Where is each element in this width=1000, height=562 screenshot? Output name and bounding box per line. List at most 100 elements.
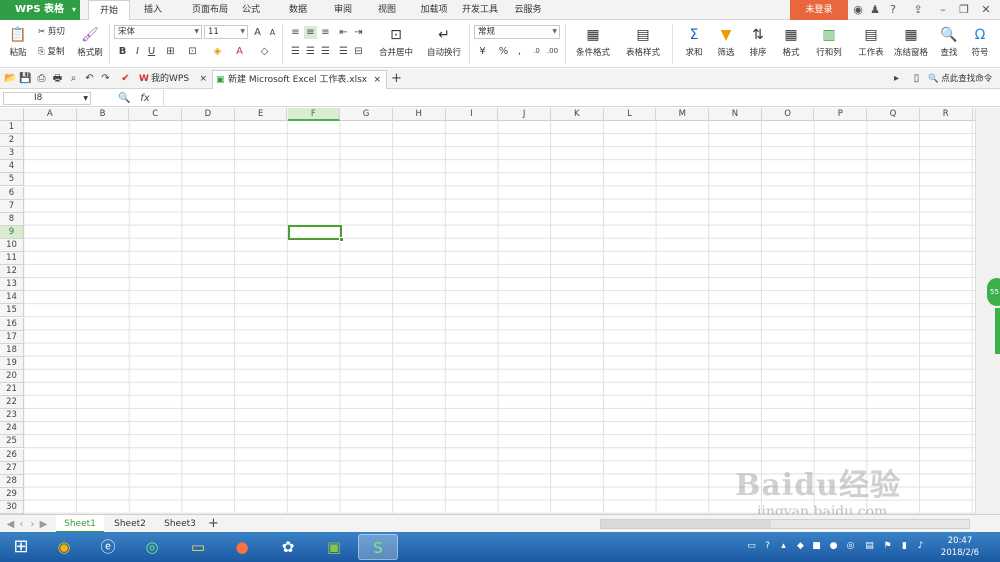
column-header[interactable]: N [709,108,762,121]
row-header[interactable]: 7 [0,199,24,213]
row-header[interactable]: 29 [0,487,24,501]
number-format-select[interactable]: 常规 ▼ [474,25,560,39]
fill-handle[interactable] [339,237,344,242]
network-icon[interactable]: ▮ [899,541,910,552]
row-header[interactable]: 11 [0,252,24,265]
preview-icon[interactable]: ⌕ [67,72,80,85]
close-icon[interactable]: × [199,70,207,89]
help-icon[interactable]: ? [762,541,773,552]
tab-cloud[interactable]: 云服务 [511,0,545,20]
scroll-thumb[interactable] [601,520,771,528]
volume-icon[interactable]: ♪ [915,541,926,552]
row-header[interactable]: 22 [0,396,24,410]
row-header[interactable]: 23 [0,409,24,423]
symbol-button[interactable]: Ω 符号 [966,26,994,58]
fill-color-icon[interactable]: ◈ [211,45,224,58]
open-folder-icon[interactable]: 📂 [4,72,17,85]
row-header[interactable]: 1 [0,121,24,134]
borders-icon[interactable]: ⊞ [164,45,177,58]
wrap-text-button[interactable]: ↵ 自动换行 [422,26,466,58]
column-header[interactable]: J [498,108,551,121]
chrome-icon[interactable]: ● [222,534,262,560]
select-all-corner[interactable] [0,108,24,121]
row-header[interactable]: 10 [0,238,24,252]
start-button[interactable]: ⊞ [4,534,38,560]
tab-formulas[interactable]: 公式 [236,0,266,20]
worksheet-button[interactable]: ▤ 工作表 [852,26,890,58]
cell-area[interactable] [24,121,975,514]
panel-icon[interactable]: ▯ [910,72,923,85]
row-header[interactable]: 14 [0,291,24,305]
side-badge[interactable]: 55 [987,278,1000,306]
align-center-icon[interactable]: ☰ [304,45,317,58]
clear-format-icon[interactable]: ◇ [258,45,271,58]
increase-font-icon[interactable]: A [251,26,264,39]
indent-decrease-icon[interactable]: ⇤ [337,26,350,39]
column-header[interactable]: I [446,108,499,121]
restore-icon[interactable]: ❐ [956,2,972,18]
increase-decimal-icon[interactable]: .0 [530,45,543,58]
row-header[interactable]: 13 [0,278,24,292]
conditional-format-button[interactable]: ▦ 条件格式 [569,26,617,58]
italic-button[interactable]: I [131,45,144,58]
tray-app-icon[interactable]: ▤ [864,541,875,552]
align-middle-icon[interactable]: ≡ [304,26,317,39]
sheet-tab-1[interactable]: Sheet1 [56,515,104,533]
row-header[interactable]: 9 [0,225,24,239]
row-header[interactable]: 17 [0,330,24,344]
align-right-icon[interactable]: ☰ [319,45,332,58]
active-cell[interactable] [288,225,344,242]
folder-icon[interactable]: ▭ [178,534,218,560]
tray-app-icon[interactable]: ■ [811,541,822,552]
iqiyi-icon[interactable]: ▣ [314,534,354,560]
underline-button[interactable]: U [145,45,158,58]
app-icon-1[interactable]: ◉ [44,534,84,560]
close-icon[interactable]: × [373,71,381,90]
tab-developer[interactable]: 开发工具 [460,0,500,20]
row-header[interactable]: 25 [0,435,24,449]
column-header[interactable]: O [762,108,815,121]
export-pdf-icon[interactable]: ⎙ [35,72,48,85]
row-header[interactable]: 16 [0,317,24,331]
column-header[interactable]: P [815,108,868,121]
filter-button[interactable]: ▼ 筛选 [711,26,741,58]
row-header[interactable]: 21 [0,383,24,396]
align-bottom-icon[interactable]: ≡ [319,26,332,39]
row-header[interactable]: 20 [0,369,24,383]
merge-cells-icon[interactable]: ⊡ [186,45,199,58]
sheet-tab-2[interactable]: Sheet2 [106,515,154,533]
save-icon[interactable]: 💾 [19,72,32,85]
row-header[interactable]: 19 [0,356,24,370]
wps-sheet-icon[interactable]: S [358,534,398,560]
formula-input[interactable] [163,90,1000,107]
font-name-select[interactable]: 宋体 ▼ [114,25,202,39]
tab-addins[interactable]: 加载项 [414,0,454,20]
sidebar-toggle-icon[interactable]: ▸ [890,72,903,85]
percent-button[interactable]: % [497,45,510,58]
format-painter-button[interactable]: 🖌 格式刷 [75,26,105,58]
sort-button[interactable]: ⇅ 排序 [743,26,773,58]
column-header[interactable]: L [604,108,657,121]
pin-icon[interactable]: ✔ [119,72,132,85]
column-header[interactable]: M [656,108,710,121]
decrease-decimal-icon[interactable]: .00 [546,45,559,58]
tray-app-icon[interactable]: ◆ [795,541,806,552]
ie-icon[interactable]: ⓔ [88,534,128,560]
tray-app-icon[interactable]: ◎ [845,541,856,552]
tab-home[interactable]: 开始 [88,0,130,21]
column-header[interactable]: Q [867,108,920,121]
row-header[interactable]: 6 [0,186,24,200]
column-header[interactable]: A [24,108,77,121]
new-tab-icon[interactable]: + [390,72,403,85]
currency-icon[interactable]: ¥ [476,45,489,58]
clock[interactable]: 20:47 2018/2/6 [930,535,990,559]
app-menu-button[interactable]: WPS 表格 ▾ [0,0,80,20]
redo-icon[interactable]: ↷ [99,72,112,85]
shirt-icon[interactable]: ♟ [867,2,883,18]
row-header[interactable]: 2 [0,134,24,148]
skin-icon[interactable]: ◉ [850,2,866,18]
indent-increase-icon[interactable]: ⇥ [352,26,365,39]
undo-icon[interactable]: ↶ [83,72,96,85]
tab-insert[interactable]: 插入 [135,0,171,20]
login-button[interactable]: 未登录 [790,0,848,20]
